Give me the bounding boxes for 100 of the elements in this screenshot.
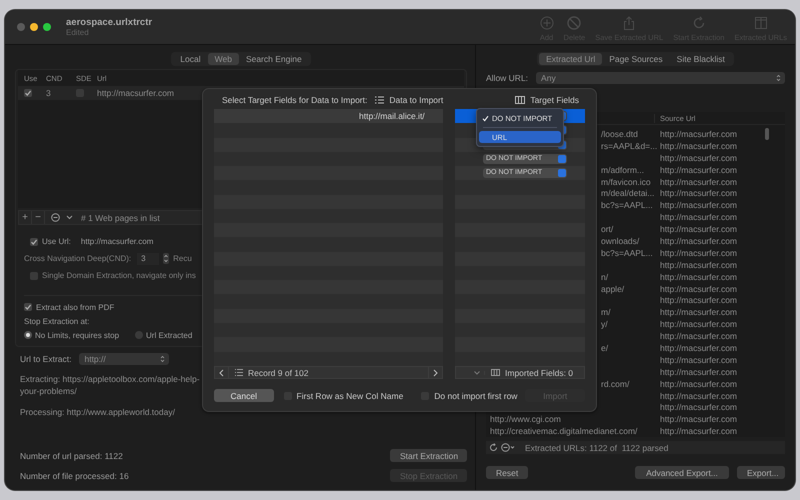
table-cell: /loose.dtd [601, 128, 638, 139]
table-cell-text: http://macsurfer.com [659, 188, 737, 198]
add-icon [540, 16, 554, 30]
single-domain-label: Single Domain Extraction, navigate only ins [42, 271, 196, 280]
up-down-arrows-icon [160, 355, 166, 363]
target-fields-header: Target Fields [530, 94, 579, 104]
stepper-icon[interactable] [163, 253, 170, 264]
list-icon [235, 369, 243, 376]
table-cell-text: http://macsurfer.com [659, 164, 737, 175]
table-cell-text: http://macsurfer.com [659, 128, 737, 139]
table-cell-text: http://macsurfer.com [659, 248, 737, 258]
table-cell-text: http://macsurfer.com [659, 331, 737, 342]
table-cell: rs=AAPL&d=... [601, 140, 658, 151]
extract-pdf-label: Extract also from PDF [36, 302, 114, 312]
minus-circle-icon[interactable] [51, 213, 60, 222]
record-counter: Record 9 of 102 [248, 368, 308, 378]
table-cell-text: http://www.cgi.com [489, 414, 561, 424]
allow-url-popup[interactable]: Any [536, 72, 785, 84]
checkbox[interactable] [24, 89, 32, 97]
url-parsed-count: Number of url parsed: 1122 [20, 450, 123, 460]
delete-icon [567, 16, 582, 30]
files-processed-count: Number of file processed: 16 [20, 470, 129, 480]
cancel-button[interactable]: Cancel [214, 389, 274, 402]
columns-icon [515, 96, 526, 104]
table-cell-text: http://creativemac.digitalmedianet.com/ [489, 426, 638, 436]
window-title: aerospace.urlxtrctr [66, 17, 152, 28]
refresh-icon[interactable] [489, 443, 498, 452]
table-cell-text: http://macsurfer.com [659, 260, 737, 270]
radio-label: Url Extracted [146, 330, 192, 340]
table-cell-text: http://macsurfer.com [659, 402, 737, 412]
chevron-right-icon [433, 368, 438, 376]
tab[interactable]: Search Engine [238, 53, 309, 65]
scroll-thumb[interactable] [765, 128, 769, 140]
reset-button[interactable]: Reset [486, 466, 528, 479]
table-cell-text: http://macsurfer.com [659, 295, 737, 306]
url-value: http://macsurfer.com [80, 237, 154, 246]
table-cell: m/deal/detai... [601, 188, 654, 198]
zoom-button[interactable] [43, 23, 51, 31]
extracted-count: Extracted URLs: 1122 of 1122 parsed [525, 442, 668, 452]
table-cell-text: http://macsurfer.com [659, 212, 737, 222]
checkbox[interactable] [30, 238, 38, 246]
remove-button[interactable]: − [32, 211, 45, 224]
table-cell-text: http://macsurfer.com [659, 176, 737, 186]
checkbox[interactable] [24, 303, 32, 311]
tab[interactable]: Local [173, 53, 208, 65]
table-cell: rd.com/ [601, 378, 630, 389]
imported-fields-count: Imported Fields: 0 [505, 368, 574, 378]
table-cell-text: http://macsurfer.com [659, 272, 737, 282]
table-cell-text: http://macsurfer.com [659, 342, 737, 353]
cnd-label: Cross Navigation Deep(CND): [24, 254, 132, 263]
minus-circle-icon[interactable] [501, 443, 516, 452]
table-cell-text: http://macsurfer.com [659, 224, 737, 234]
checkbox-label: Do not import first row [434, 390, 518, 400]
radio-button[interactable] [24, 331, 32, 339]
table-cell: y/ [601, 319, 608, 330]
add-button[interactable]: + [19, 211, 32, 224]
table-cell-text: http://macsurfer.com [659, 152, 737, 163]
table-cell-text: http://macsurfer.com [659, 354, 737, 365]
table-cell: ownloads/ [601, 236, 640, 246]
table-cell-text: http://macsurfer.com [659, 200, 737, 210]
advanced-export-button[interactable]: Advanced Export... [635, 466, 729, 479]
list-count: # 1 Web pages in list [81, 212, 160, 222]
tab[interactable]: Site Blacklist [670, 53, 732, 65]
start-extraction-button[interactable]: Start Extraction [390, 449, 467, 462]
radio-label: No Limits, requires stop [35, 330, 120, 340]
table-cell-text: http://macsurfer.com [659, 414, 737, 424]
table-cell-text: http://macsurfer.com [659, 390, 737, 401]
table-cell-text: 3 [46, 88, 52, 98]
url-to-extract-label: Url to Extract: [20, 354, 72, 364]
table-cell: n/ [601, 272, 608, 282]
table-cell-text: http://macsurfer.com [96, 88, 175, 98]
table-cell: ort/ [601, 224, 614, 234]
caret-icon[interactable] [66, 215, 73, 220]
checkbox[interactable] [30, 272, 38, 280]
table-cell-text: http://macsurfer.com [659, 366, 737, 377]
dialog-title: Select Target Fields for Data to Import: [222, 94, 368, 104]
up-down-arrows-icon [776, 74, 781, 82]
table-cell: m/adform... [601, 164, 644, 175]
table-cell: m/ [601, 307, 610, 318]
table-cell-text: http://macsurfer.com [659, 378, 737, 389]
tab[interactable]: Extracted Url [539, 53, 602, 65]
table-cell: m/favicon.ico [601, 176, 651, 186]
list-icon [375, 96, 384, 104]
table-cell: bc?s=AAPL... [601, 248, 653, 258]
minimize-button[interactable] [30, 23, 38, 31]
table-cell-text: http://macsurfer.com [659, 426, 737, 436]
tab[interactable]: Web [208, 53, 239, 65]
checkbox-label: First Row as New Col Name [296, 390, 404, 400]
caret-icon[interactable] [474, 370, 480, 374]
extracting-status: Extracting: https://appletoolbox.com/apple-help- your-problems/ [19, 373, 200, 397]
url-popup[interactable]: http:// [79, 353, 170, 365]
checkmark-icon [482, 114, 489, 122]
export-button[interactable]: Export... [737, 466, 785, 479]
columns-icon [491, 369, 500, 376]
radio-button[interactable] [135, 331, 144, 339]
tab[interactable]: Page Sources [602, 53, 670, 65]
cnd-field[interactable]: 3 [137, 252, 160, 264]
recursion-label: Recu [173, 254, 192, 263]
share-icon [622, 16, 636, 30]
table-cell-text: http://macsurfer.com [659, 307, 737, 318]
